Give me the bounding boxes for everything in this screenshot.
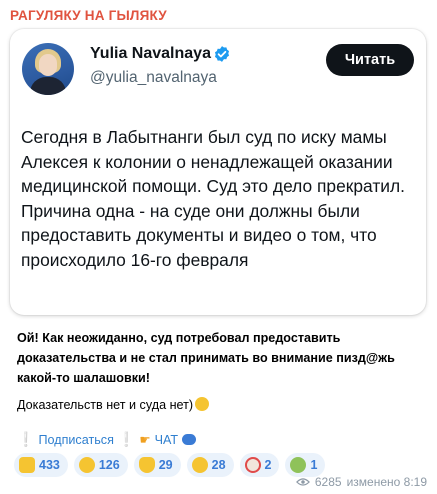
post-comment: Ой! Как неожиданно, суд потребовал предо… [17, 331, 395, 385]
chat-link[interactable]: ЧАТ [155, 433, 179, 447]
channel-name[interactable]: РАГУЛЯКУ НА ГЫЛЯКУ [10, 8, 167, 23]
reactions-row: 433 126 29 28 2 1 [14, 453, 326, 477]
thumbs-up-icon [19, 457, 35, 473]
author-handle[interactable]: @yulia_navalnaya [90, 69, 217, 87]
exclamation-icon-2: ❕ [117, 431, 136, 447]
speech-bubble-icon [182, 434, 197, 445]
reaction-clown[interactable]: 2 [239, 453, 280, 477]
edited-timestamp: изменено 8:19 [346, 475, 427, 489]
grinning-face-icon [78, 457, 95, 473]
reaction-laughing[interactable]: 28 [186, 453, 234, 477]
reaction-victory[interactable]: 29 [133, 453, 181, 477]
reaction-zombie[interactable]: 1 [285, 453, 326, 477]
post-comment-2-text: Доказательств нет и суда нет) [17, 398, 194, 412]
zombie-icon [290, 457, 307, 473]
exclamation-icon: ❕ [17, 431, 35, 447]
verified-badge-icon [214, 46, 230, 62]
grinning-face-icon [195, 397, 210, 411]
links-row: ❕ Подписаться ❕ ☛ ЧАТ [17, 431, 197, 448]
pointing-right-icon: ☛ [139, 433, 151, 447]
avatar[interactable] [22, 43, 74, 95]
read-button[interactable]: Читать [326, 44, 414, 76]
reaction-thumbs-up[interactable]: 433 [14, 453, 68, 477]
author-name[interactable]: Yulia Navalnaya [90, 45, 211, 63]
reaction-count: 433 [39, 458, 60, 472]
reaction-count: 1 [310, 458, 318, 472]
post-comment-2: Доказательств нет и суда нет) [17, 395, 427, 415]
reaction-count: 28 [211, 458, 226, 472]
subscribe-link[interactable]: Подписаться [38, 433, 113, 447]
views-count: 6285 [314, 475, 342, 489]
eye-icon [295, 478, 310, 486]
reaction-count: 29 [158, 458, 173, 472]
laughing-face-icon [191, 457, 208, 473]
tweet-text: Сегодня в Лабытнанги был суд по иску мам… [21, 127, 406, 270]
reaction-count: 126 [98, 458, 120, 472]
reaction-count: 2 [264, 458, 272, 472]
clown-face-icon [244, 457, 261, 473]
reaction-grinning[interactable]: 126 [73, 453, 128, 477]
victory-hand-icon [138, 457, 155, 473]
message-meta: 6285 изменено 8:19 [295, 475, 427, 489]
tweet-card[interactable]: Yulia Navalnaya @yulia_navalnaya Читать … [10, 29, 426, 315]
